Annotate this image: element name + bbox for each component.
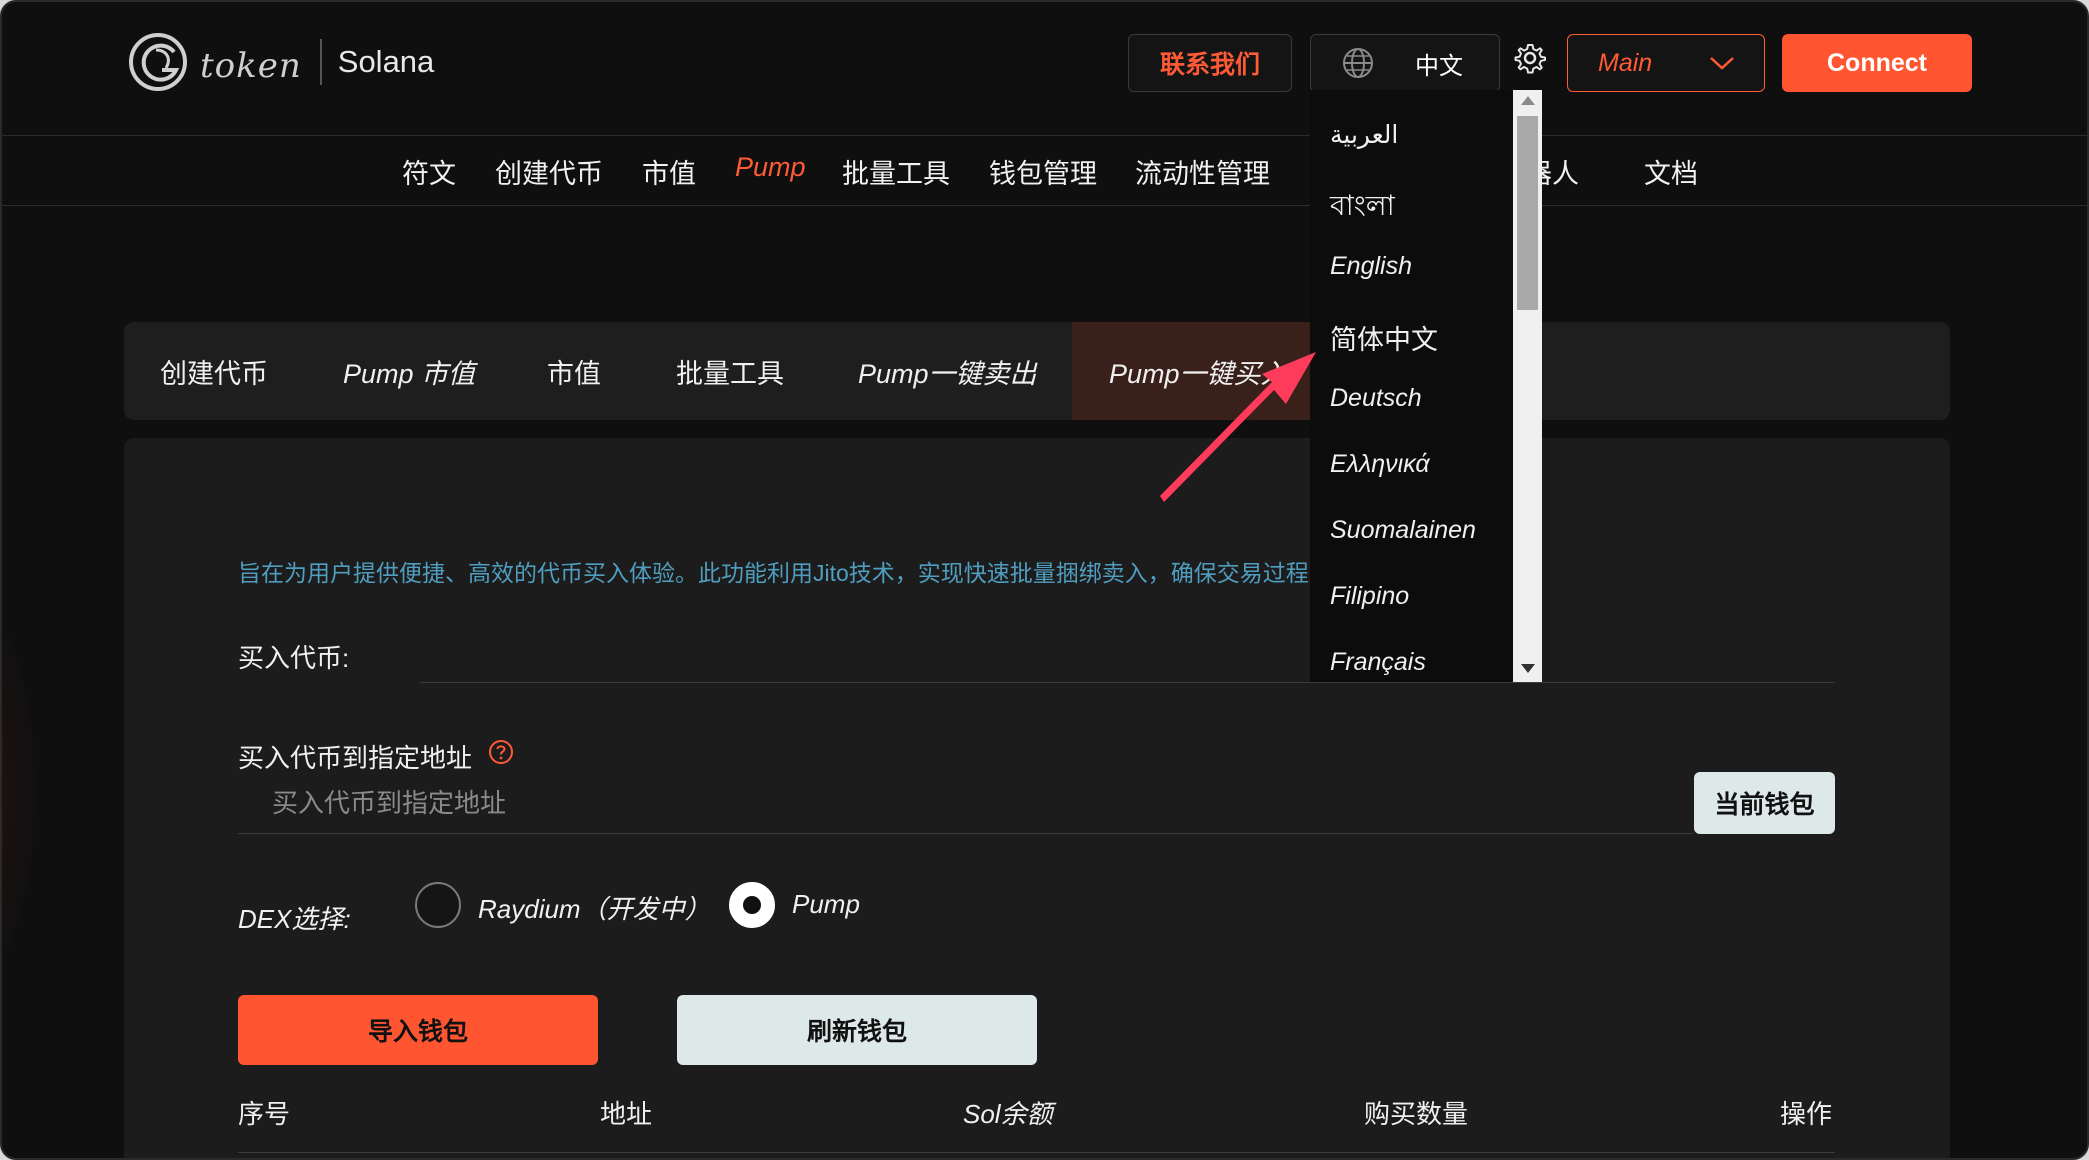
tab-create-token[interactable]: 创建代币 — [160, 352, 268, 391]
col-header-address: 地址 — [600, 1099, 653, 1129]
nav-item-runes[interactable]: 符文 — [402, 152, 456, 191]
sub-tabs: 创建代币 Pump 市值 市值 批量工具 Pump一键卖出 Pump一键买入 — [124, 322, 1950, 420]
chain-name: Solana — [337, 44, 435, 79]
feature-description: 旨在为用户提供便捷、高效的代币买入体验。此功能利用Jito技术，实现快速批量捆绑… — [238, 560, 1309, 586]
language-dropdown: العربية বাংলা English 简体中文 Deutsch Ελλην… — [1310, 90, 1542, 682]
logo[interactable]: token Solana — [126, 30, 434, 94]
nav-item-pump[interactable]: Pump — [735, 152, 806, 183]
nav-item-create-token[interactable]: 创建代币 — [495, 152, 603, 191]
contact-us-button[interactable]: 联系我们 — [1128, 34, 1292, 92]
table-header-divider — [238, 1152, 1835, 1153]
tab-pump-market-cap[interactable]: Pump 市值 — [343, 352, 475, 391]
language-option-filipino[interactable]: Filipino — [1330, 582, 1409, 611]
language-current: 中文 — [1415, 52, 1463, 80]
buy-token-underline[interactable] — [420, 682, 1835, 683]
globe-icon — [1343, 48, 1373, 78]
import-wallet-button[interactable]: 导入钱包 — [238, 995, 598, 1065]
tab-market-cap[interactable]: 市值 — [547, 352, 601, 391]
dropdown-scrollbar[interactable] — [1513, 90, 1542, 682]
logo-word: token — [200, 46, 302, 86]
tab-batch-tools[interactable]: 批量工具 — [676, 352, 784, 391]
tab-pump-sell[interactable]: Pump一键卖出 — [858, 352, 1037, 391]
language-option-arabic[interactable]: العربية — [1330, 120, 1398, 150]
nav-item-docs[interactable]: 文档 — [1644, 152, 1698, 191]
nav-item-batch-tools[interactable]: 批量工具 — [842, 152, 950, 191]
connect-button[interactable]: Connect — [1782, 34, 1972, 92]
network-label: Main — [1598, 48, 1653, 77]
col-header-actions: 操作 — [1780, 1099, 1833, 1129]
col-header-sol-balance: Sol余额 — [963, 1099, 1053, 1129]
nav-item-liquidity[interactable]: 流动性管理 — [1135, 152, 1270, 191]
nav-item-wallet-management[interactable]: 钱包管理 — [989, 152, 1097, 191]
network-select[interactable]: Main — [1567, 34, 1765, 92]
dex-radio-raydium[interactable] — [415, 882, 461, 928]
language-option-english[interactable]: English — [1330, 252, 1412, 281]
annotation-arrow-icon — [1160, 352, 1316, 502]
language-select[interactable]: 中文 — [1310, 34, 1500, 92]
logo-divider — [319, 39, 322, 85]
scroll-thumb[interactable] — [1517, 116, 1538, 310]
buy-address-input[interactable] — [238, 778, 1694, 828]
gear-icon[interactable] — [1514, 42, 1546, 74]
col-header-index: 序号 — [238, 1099, 291, 1129]
dex-select-label: DEX选择: — [238, 904, 351, 934]
app-window: token Solana 联系我们 中文 Main Connect 符文 创建代… — [0, 0, 2089, 1160]
buy-token-label: 买入代币: — [238, 643, 350, 673]
language-option-simplified-chinese[interactable]: 简体中文 — [1330, 318, 1438, 357]
dex-option-pump: Pump — [792, 889, 860, 919]
col-header-buy-amount: 购买数量 — [1364, 1099, 1469, 1129]
language-option-finnish[interactable]: Suomalainen — [1330, 516, 1476, 545]
language-option-bengali[interactable]: বাংলা — [1330, 184, 1395, 231]
chevron-down-icon — [1710, 57, 1734, 70]
buy-address-underline — [238, 833, 1694, 834]
top-header: token Solana 联系我们 中文 Main Connect — [2, 2, 2087, 136]
main-nav: 符文 创建代币 市值 Pump 批量工具 钱包管理 流动性管理 机器人 文档 — [2, 136, 2087, 206]
nav-item-market-cap[interactable]: 市值 — [642, 152, 696, 191]
scroll-down-icon[interactable] — [1521, 664, 1535, 673]
language-option-german[interactable]: Deutsch — [1330, 384, 1422, 413]
help-icon[interactable] — [488, 739, 514, 765]
language-option-greek[interactable]: Ελληνικά — [1330, 450, 1430, 479]
scroll-up-icon[interactable] — [1521, 96, 1535, 105]
dex-option-raydium: Raydium（开发中） — [478, 894, 711, 924]
background-glow — [2, 562, 42, 1022]
buy-address-label: 买入代币到指定地址 — [238, 743, 473, 773]
logo-mark-icon — [129, 33, 187, 91]
dex-radio-pump[interactable] — [729, 882, 775, 928]
refresh-wallet-button[interactable]: 刷新钱包 — [677, 995, 1037, 1065]
language-option-french[interactable]: Français — [1330, 648, 1426, 677]
current-wallet-button[interactable]: 当前钱包 — [1694, 772, 1835, 834]
